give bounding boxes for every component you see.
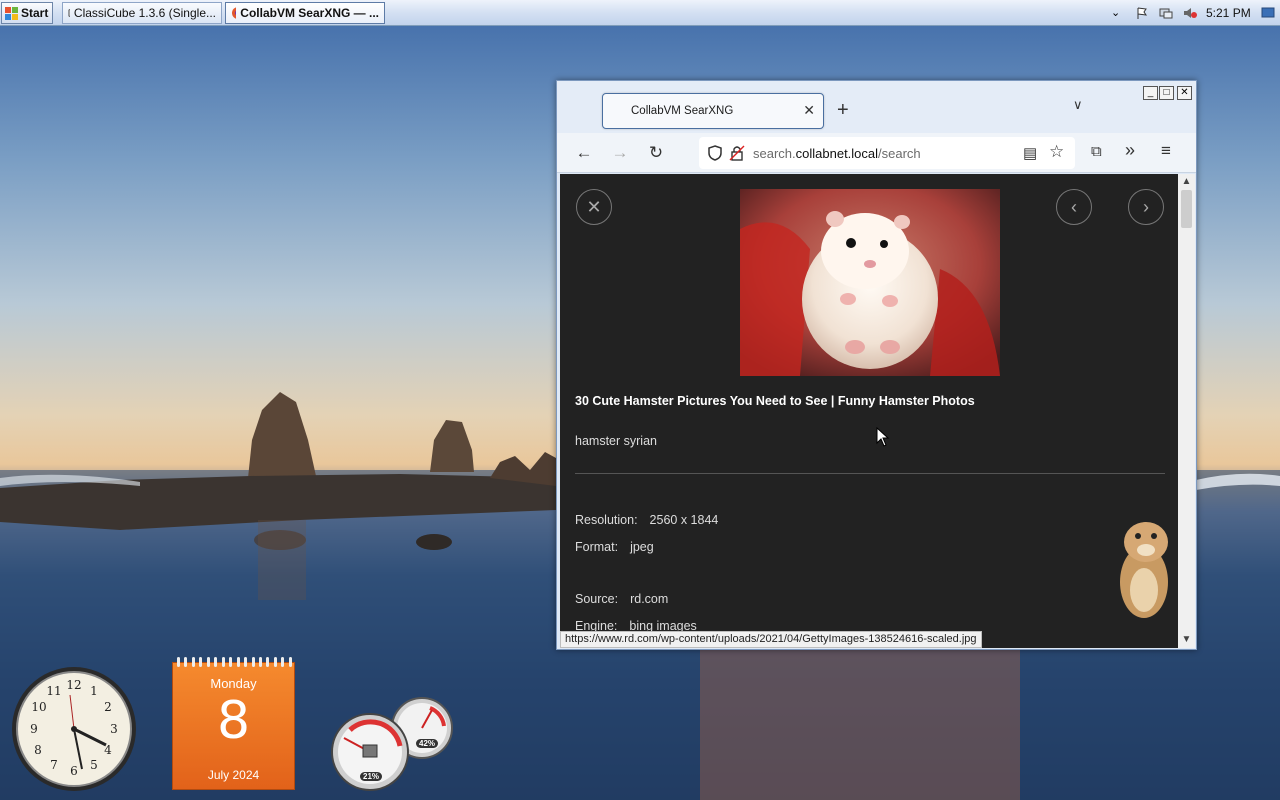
system-tray: ⌄ [1106, 3, 1202, 23]
svg-text:1: 1 [90, 684, 98, 698]
close-tab-icon[interactable]: ✕ [803, 102, 815, 119]
taskbar: Start ClassiCube 1.3.6 (Single... Collab… [0, 0, 1280, 26]
analog-clock-gadget[interactable]: 12 12 345 678 91011 [10, 665, 138, 793]
bookmark-star-icon[interactable]: ☆ [1049, 142, 1064, 162]
previous-image-icon[interactable]: ‹ [1056, 189, 1092, 225]
nav-toolbar: ← → ↻ search.collabnet.local/search ▤ ☆ … [557, 133, 1196, 173]
address-bar[interactable]: search.collabnet.local/search ▤ ☆ [699, 137, 1075, 169]
vertical-scrollbar[interactable]: ▲ ▼ [1178, 174, 1195, 648]
chevron-down-icon[interactable]: ∨ [1073, 97, 1083, 113]
tab-title: CollabVM SearXNG [631, 105, 734, 117]
svg-text:6: 6 [70, 764, 78, 778]
source-value[interactable]: rd.com [630, 592, 668, 606]
calendar-rings [177, 657, 292, 667]
start-button[interactable]: Start [1, 2, 53, 24]
new-tab-icon[interactable]: + [837, 99, 849, 122]
svg-text:12: 12 [66, 678, 81, 692]
svg-text:8: 8 [34, 743, 42, 757]
extensions-icon[interactable]: ⧉ [1091, 143, 1102, 160]
cpu-usage-label: 21% [360, 772, 383, 781]
overflow-chevron-icon[interactable]: » [1125, 140, 1135, 161]
resolution-label: Resolution: [575, 513, 638, 527]
flag-icon[interactable] [1135, 6, 1149, 20]
network-icon[interactable] [1159, 6, 1173, 20]
svg-text:11: 11 [46, 684, 61, 698]
tab-searxng[interactable]: CollabVM SearXNG ✕ [602, 93, 824, 129]
start-label: Start [21, 6, 49, 20]
source-row: Source: rd.com [575, 592, 668, 606]
resolution-row: Resolution: 2560 x 1844 [575, 513, 718, 527]
svg-text:5: 5 [90, 758, 98, 772]
next-image-icon[interactable]: › [1128, 189, 1164, 225]
chevron-down-icon[interactable]: ⌄ [1111, 6, 1125, 20]
format-label: Format: [575, 540, 619, 554]
taskbar-item-classicube[interactable]: ClassiCube 1.3.6 (Single... [62, 2, 222, 24]
page-content: ✕ ‹ › 30 Cute Hamster Pictures You Need … [560, 174, 1178, 648]
link-status-bar: https://www.rd.com/wp-content/uploads/20… [560, 631, 982, 648]
mouse-cursor-icon [876, 427, 890, 447]
hamburger-menu-icon[interactable]: ≡ [1161, 141, 1171, 161]
hamster-mascot-image [1120, 522, 1168, 618]
firefox-icon [232, 7, 237, 19]
calendar-day-number: 8 [216, 691, 251, 751]
format-value: jpeg [630, 540, 654, 554]
calendar-day-name: Monday [210, 676, 257, 691]
volume-muted-icon[interactable] [1183, 6, 1197, 20]
url-text[interactable]: search.collabnet.local/search [753, 146, 921, 161]
svg-text:3: 3 [110, 722, 118, 736]
calendar-gadget[interactable]: Monday 8 July 2024 [172, 657, 295, 790]
scroll-thumb[interactable] [1181, 190, 1192, 228]
reload-icon[interactable]: ↻ [645, 143, 667, 163]
close-window-icon[interactable]: ✕ [1177, 86, 1192, 100]
hamster-image[interactable] [740, 189, 1000, 376]
svg-text:2: 2 [104, 700, 112, 714]
gauge-dials [331, 697, 453, 791]
scroll-down-icon[interactable]: ▼ [1178, 634, 1195, 645]
minimize-icon[interactable]: _ [1143, 86, 1158, 100]
divider [575, 473, 1165, 474]
svg-text:10: 10 [31, 700, 46, 714]
taskbar-item-firefox[interactable]: CollabVM SearXNG — ... [225, 2, 385, 24]
shield-icon[interactable] [707, 145, 723, 161]
back-icon[interactable]: ← [573, 143, 595, 163]
taskbar-clock[interactable]: 5:21 PM [1206, 6, 1251, 20]
classicube-icon [68, 8, 70, 18]
taskbar-item-label: ClassiCube 1.3.6 (Single... [73, 6, 216, 20]
memory-usage-label: 42% [416, 739, 439, 748]
insecure-lock-icon[interactable] [729, 145, 745, 161]
windows-logo-icon [5, 6, 18, 20]
maximize-icon[interactable]: □ [1159, 86, 1174, 100]
source-label: Source: [575, 592, 619, 606]
taskbar-item-label: CollabVM SearXNG — ... [240, 6, 379, 20]
browser-window: CollabVM SearXNG ✕ + ∨ _ □ ✕ ← → ↻ searc… [556, 80, 1197, 650]
result-title[interactable]: 30 Cute Hamster Pictures You Need to See… [575, 394, 975, 408]
svg-text:7: 7 [50, 758, 58, 772]
tab-strip: CollabVM SearXNG ✕ + ∨ _ □ ✕ [557, 81, 1196, 133]
cpu-meter-gadget[interactable]: 21% 42% [330, 696, 458, 792]
reader-view-icon[interactable]: ▤ [1023, 144, 1037, 162]
format-row: Format: jpeg [575, 540, 654, 554]
calendar-month-year: July 2024 [207, 768, 260, 782]
svg-text:9: 9 [30, 722, 38, 736]
forward-icon[interactable]: → [609, 143, 631, 163]
close-detail-icon[interactable]: ✕ [576, 189, 612, 225]
resolution-value: 2560 x 1844 [649, 513, 719, 527]
show-desktop-icon[interactable] [1261, 6, 1275, 20]
scroll-up-icon[interactable]: ▲ [1178, 176, 1195, 187]
result-description: hamster syrian [575, 434, 657, 448]
